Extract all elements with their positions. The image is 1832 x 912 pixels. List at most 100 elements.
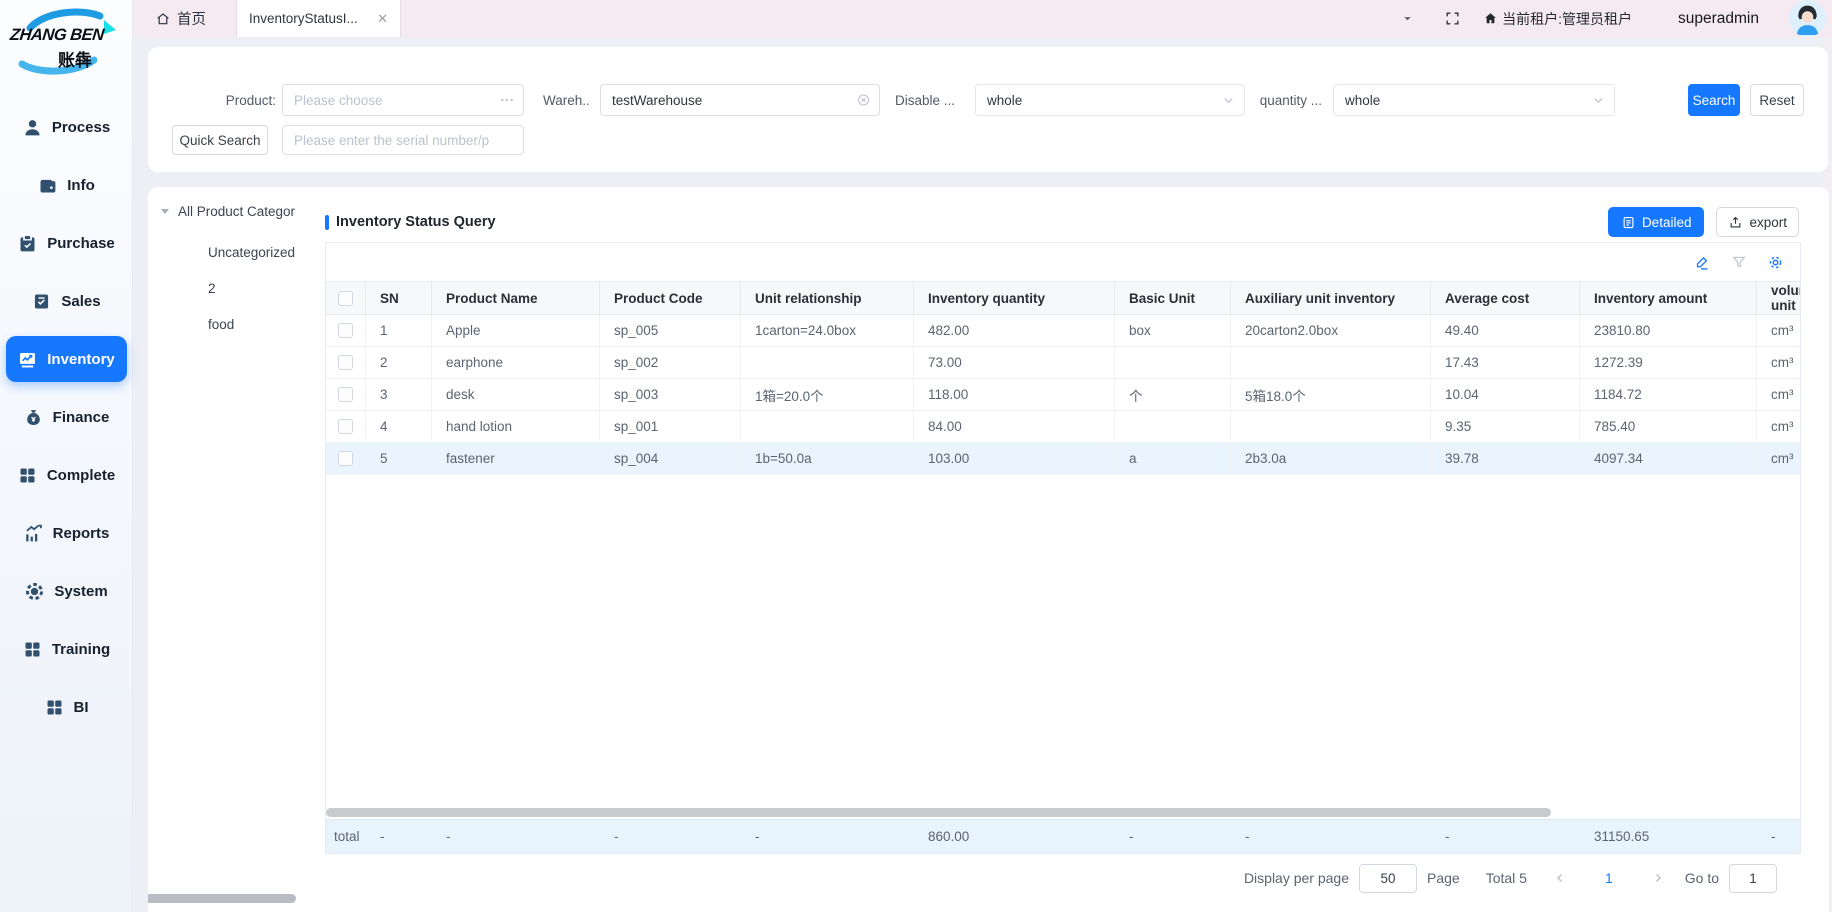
warehouse-label: Wareh... [543,93,590,108]
row-checkbox[interactable] [338,451,353,466]
sidebar-item-training[interactable]: Training [6,626,127,672]
fullscreen-icon[interactable] [1444,10,1461,27]
detailed-button[interactable]: Detailed [1608,207,1705,237]
pagination: Display per page Page Total 5 1 Go to [325,863,1801,893]
sidebar-item-reports[interactable]: Reports [6,510,127,556]
sidebar-item-process[interactable]: Process [6,104,127,150]
table-row[interactable]: 4hand lotionsp_00184.009.35785.40cm³ [326,411,1800,443]
tree-horizontal-scrollbar[interactable] [148,894,296,903]
username[interactable]: superadmin [1678,10,1759,28]
column-header-basic-unit[interactable]: Basic Unit [1115,282,1231,314]
hscroll-thumb[interactable] [326,808,1551,817]
tree-node-uncategorized[interactable]: Uncategorized [148,235,325,271]
upload-icon [1728,215,1743,230]
serial-field[interactable] [282,125,524,155]
tab-close-icon[interactable]: ✕ [377,11,388,27]
sidebar-item-finance[interactable]: Finance [6,394,127,440]
sidebar-item-sales[interactable]: Sales [6,278,127,324]
reset-button[interactable]: Reset [1750,84,1804,116]
table-empty-space [326,475,1800,806]
sidebar-item-info[interactable]: Info [6,162,127,208]
cell-basic [1115,347,1231,378]
sidebar-item-bi[interactable]: BI [6,684,127,730]
clear-icon[interactable] [856,93,871,108]
avatar[interactable] [1789,0,1826,37]
row-checkbox[interactable] [338,387,353,402]
column-header-volume-unit[interactable]: volume unit [1757,282,1801,314]
column-header-product-code[interactable]: Product Code [600,282,741,314]
column-header-product-name[interactable]: Product Name [432,282,600,314]
table-total-row: total----860.00---31150.65- [326,819,1800,853]
search-button[interactable]: Search [1688,84,1740,116]
tree-node-food[interactable]: food [148,307,325,343]
warehouse-input[interactable] [601,85,879,115]
column-header-unit-relationship[interactable]: Unit relationship [741,282,914,314]
warehouse-field[interactable] [600,84,880,116]
filter-row-1: Product: Wareh... [148,84,1804,116]
total-label: total [326,829,366,844]
table-row[interactable]: 3desksp_0031箱=20.0个118.00个5箱18.0个10.0411… [326,379,1800,411]
filter-funnel-icon[interactable] [1731,254,1747,270]
tree-node-2[interactable]: 2 [148,271,325,307]
sidebar-item-complete[interactable]: Complete [6,452,127,498]
sidebar-item-inventory[interactable]: Inventory [6,336,127,382]
document-icon [1621,215,1636,230]
tree-children: Uncategorized2food [148,235,325,343]
order-icon [31,291,52,312]
tree-expand-caret-icon[interactable] [161,209,169,214]
cell-name: hand lotion [432,411,600,442]
column-header-auxiliary-unit-inventory[interactable]: Auxiliary unit inventory [1231,282,1431,314]
disable-status-select[interactable]: whole [975,84,1245,116]
chevron-down-icon [1221,93,1236,108]
tabs-dropdown-caret-icon[interactable] [1401,12,1414,25]
export-button[interactable]: export [1716,207,1799,237]
inventory-panel: All Product Categor Uncategorized2food I… [148,187,1829,912]
panel-title-row: Inventory Status Query Detailed export [325,202,1801,242]
column-header-sn[interactable]: SN [366,282,432,314]
edit-icon[interactable] [1694,254,1711,271]
settings-gear-icon[interactable] [1767,254,1784,271]
row-checkbox[interactable] [338,323,353,338]
cell-basic: box [1115,315,1231,346]
sidebar-item-purchase[interactable]: Purchase [6,220,127,266]
tab-home-label: 首页 [177,8,206,29]
chevron-down-icon [1591,93,1606,108]
user-icon [22,117,43,138]
product-input[interactable] [283,85,523,115]
table-region: Inventory Status Query Detailed export [325,187,1801,893]
product-field[interactable] [282,84,524,116]
current-page[interactable]: 1 [1605,870,1613,886]
quick-search-button[interactable]: Quick Search [172,125,268,155]
table-row[interactable]: 2earphonesp_00273.0017.431272.39cm³ [326,347,1800,379]
cell-amount: 785.40 [1580,411,1757,442]
goto-page-input[interactable] [1729,864,1777,893]
cell-aux [1231,411,1431,442]
tab-label: InventoryStatusI... [249,11,358,26]
cell-code: sp_005 [600,315,741,346]
quantity-filter-select[interactable]: whole [1333,84,1615,116]
row-checkbox[interactable] [338,355,353,370]
column-header-average-cost[interactable]: Average cost [1431,282,1580,314]
ellipsis-icon[interactable] [499,92,515,108]
row-checkbox[interactable] [338,419,353,434]
serial-input[interactable] [283,126,523,154]
select-all-checkbox[interactable] [338,291,353,306]
column-header-inventory-quantity[interactable]: Inventory quantity [914,282,1115,314]
tree-root-node[interactable]: All Product Categor [161,201,325,221]
moneybag-icon [23,407,44,428]
category-tree: All Product Categor Uncategorized2food [148,187,325,912]
column-header-inventory-amount[interactable]: Inventory amount [1580,282,1757,314]
table-row[interactable]: 5fastenersp_0041b=50.0a103.00a2b3.0a39.7… [326,443,1800,475]
page-size-input[interactable] [1359,864,1417,893]
next-page-icon[interactable] [1651,871,1665,885]
tab-home[interactable]: 首页 [155,8,206,29]
table-body: 1Applesp_0051carton=24.0box482.00box20ca… [326,315,1800,475]
cell-amount: 23810.80 [1580,315,1757,346]
sidebar-item-system[interactable]: System [6,568,127,614]
tenant-menu[interactable]: 当前租户:管理员租户 [1483,9,1632,29]
tab-inventory-status[interactable]: InventoryStatusI... ✕ [236,0,401,37]
prev-page-icon[interactable] [1553,871,1567,885]
table-row[interactable]: 1Applesp_0051carton=24.0box482.00box20ca… [326,315,1800,347]
cell-amount: 1272.39 [1580,347,1757,378]
tree-root-label: All Product Categor [178,204,295,219]
